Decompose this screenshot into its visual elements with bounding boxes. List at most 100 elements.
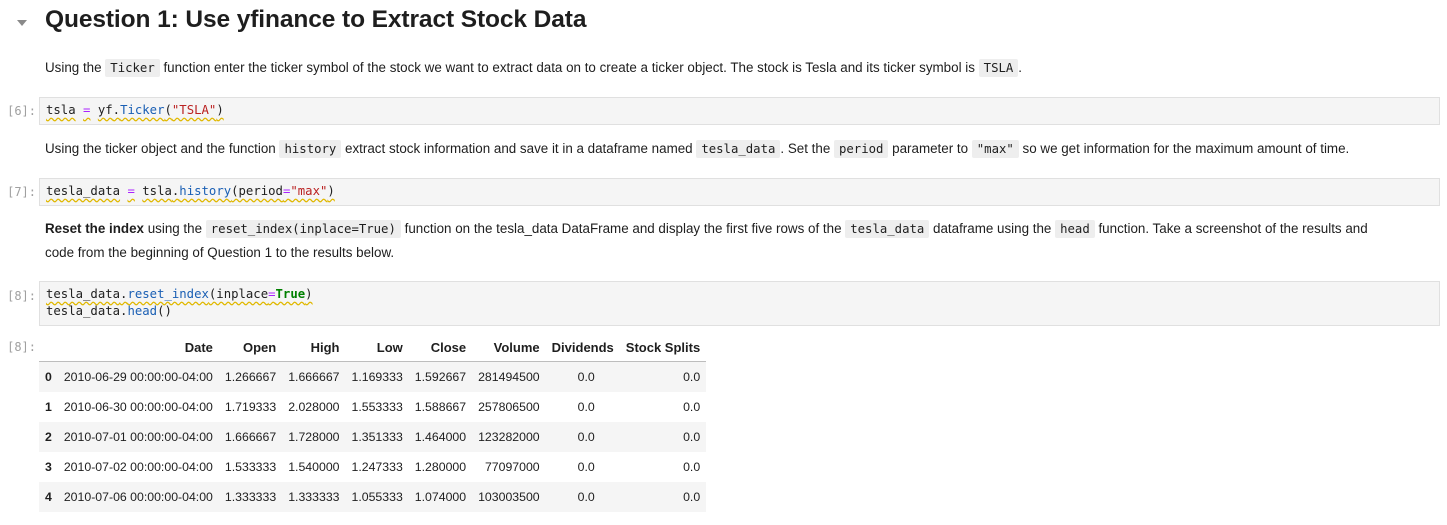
cell-stock-splits: 0.0 [683,490,701,504]
code-cell-7[interactable]: tesla_data = tsla.history(period="max") [39,178,1440,206]
cell-high: 1.666667 [288,370,340,384]
md-text: function on the tesla_data DataFrame and… [400,221,846,236]
code-token: (inplace [208,287,269,301]
md-text: code from the beginning of Question 1 to… [45,245,395,260]
cell-volume: 77097000 [484,460,540,474]
table-row: 4 2010-07-06 00:00:00-04:00 1.333333 1.3… [39,482,707,512]
cell-low: 1.247333 [351,460,403,474]
cell-volume: 123282000 [478,430,540,444]
inline-code: tesla_data [696,140,781,158]
code-token: ) [305,287,313,301]
column-header: Open [218,333,283,362]
md-bold-text: Reset the index [45,221,144,236]
inline-code: TSLA [978,59,1019,77]
md-text: so we get information for the maximum am… [1018,141,1350,156]
inline-code: reset_index(inplace=True) [205,220,401,238]
code-token: tsla [46,103,76,117]
code-cell-6[interactable]: tsla = yf.Ticker("TSLA") [39,97,1440,125]
md-text: Using the [45,60,106,75]
md-text: . [1018,60,1023,75]
md-text: . Set the [780,141,834,156]
code-token: (period [231,184,283,198]
cell-low: 1.553333 [351,400,403,414]
cell-date: 2010-07-01 00:00:00-04:00 [63,430,213,444]
cell-volume: 257806500 [478,400,540,414]
inline-code: history [279,140,342,158]
code-token: = [127,184,135,198]
table-row: 0 2010-06-29 00:00:00-04:00 1.266667 1.6… [39,361,707,392]
cell-dividends: 0.0 [577,430,595,444]
cell-low: 1.169333 [351,370,403,384]
cell-dividends: 0.0 [577,400,595,414]
cell-open: 1.719333 [224,400,277,414]
cell-open: 1.666667 [224,430,277,444]
code-token: "max" [290,184,328,198]
code-token: = [268,287,276,301]
code-cell-8[interactable]: tesla_data.reset_index(inplace=True) tes… [39,281,1440,326]
cell-dividends: 0.0 [577,490,595,504]
code-token: tsla [142,184,172,198]
cell-date: 2010-07-02 00:00:00-04:00 [63,460,213,474]
row-index: 1 [45,400,52,414]
inline-code: period [834,140,889,158]
markdown-cell-3: Reset the index using the reset_index(in… [45,217,1435,264]
code-token: reset_index [127,287,209,301]
column-header: Volume [472,333,546,362]
dataframe-output-table: Date Open High Low Close Volume Dividend… [39,333,707,512]
code-token: () [157,304,172,318]
row-index: 0 [45,370,52,384]
code-token: ) [327,184,335,198]
markdown-cell-2: Using the ticker object and the function… [45,137,1349,161]
cell-low: 1.351333 [351,430,403,444]
table-row: 3 2010-07-02 00:00:00-04:00 1.533333 1.5… [39,452,706,482]
cell-close: 1.588667 [414,400,467,414]
inline-code: "max" [971,140,1019,158]
code-token: "TSLA" [171,103,217,117]
cell-stock-splits: 0.0 [683,370,701,384]
cell-prompt: [8]: [7,289,36,303]
code-token: yf [97,103,113,117]
code-token: tesla_data [46,287,121,301]
cell-date: 2010-07-06 00:00:00-04:00 [63,490,213,504]
cell-prompt: [7]: [7,185,36,199]
cell-date: 2010-06-30 00:00:00-04:00 [63,400,213,414]
code-token: ( [164,103,172,117]
page-title: Question 1: Use yfinance to Extract Stoc… [45,6,587,33]
md-text: using the [143,221,206,236]
code-token: ) [216,103,224,117]
column-header: High [282,333,346,362]
cell-close: 1.592667 [414,370,467,384]
output-prompt: [8]: [7,340,36,354]
markdown-cell-1: Using the Ticker function enter the tick… [45,56,1022,80]
inline-code: head [1055,220,1095,238]
cell-date: 2010-06-29 00:00:00-04:00 [63,370,213,384]
row-index: 4 [45,490,52,504]
md-text: function. Take a screenshot of the resul… [1094,221,1368,236]
table-header-row: Date Open High Low Close Volume Dividend… [39,333,707,362]
code-token: history [179,184,232,198]
md-text: dataframe using the [929,221,1056,236]
md-text: Using the ticker object and the function [45,141,280,156]
cell-high: 1.728000 [288,430,340,444]
row-index: 3 [45,460,52,474]
cell-low: 1.055333 [351,490,403,504]
inline-code: tesla_data [845,220,930,238]
code-token: = [83,103,91,117]
cell-open: 1.266667 [224,370,277,384]
column-header [39,333,58,362]
md-text: parameter to [888,141,972,156]
md-text: extract stock information and save it in… [341,141,697,156]
cell-high: 1.540000 [288,460,340,474]
code-token: tesla_data [46,184,121,198]
inline-code: Ticker [105,59,160,77]
collapse-heading-icon[interactable] [14,15,30,31]
code-token: head [127,304,158,318]
cell-stock-splits: 0.0 [683,430,701,444]
cell-close: 1.464000 [414,430,467,444]
column-header: Date [57,333,219,362]
table-row: 2 2010-07-01 00:00:00-04:00 1.666667 1.7… [39,422,707,452]
cell-stock-splits: 0.0 [683,400,701,414]
cell-dividends: 0.0 [577,370,595,384]
cell-close: 1.280000 [414,460,467,474]
code-token: . [112,103,121,117]
